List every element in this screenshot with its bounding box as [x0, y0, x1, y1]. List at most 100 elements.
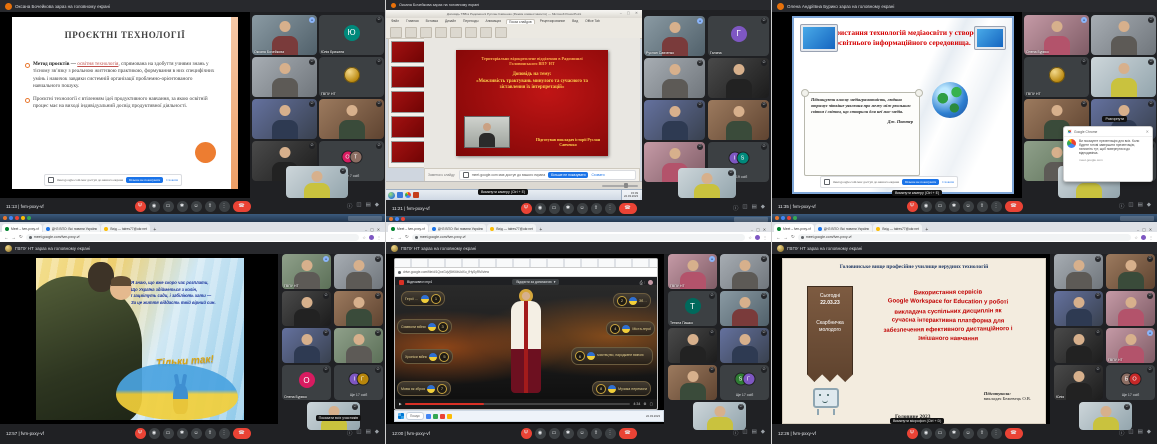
- forward-icon[interactable]: →: [398, 235, 403, 240]
- more-options-button[interactable]: ⋮: [991, 201, 1002, 212]
- leave-call-button[interactable]: ☎: [619, 203, 637, 214]
- participant-tile[interactable]: ●Оксана Бочейкова: [252, 15, 317, 55]
- inner-address-bar[interactable]: drive.google.com/file/d/1QxxGqVj5tK6bUdX…: [395, 268, 657, 277]
- taskbar-app-icon[interactable]: [9, 216, 13, 220]
- leave-call-button[interactable]: ☎: [1005, 428, 1023, 439]
- captions-button[interactable]: ▭: [549, 203, 560, 214]
- raise-hand-button[interactable]: ✱: [177, 428, 188, 439]
- more-options-button[interactable]: ⋮: [991, 428, 1002, 439]
- people-icon[interactable]: ◫: [356, 429, 361, 437]
- people-icon[interactable]: ◫: [356, 202, 361, 210]
- participant-tile[interactable]: ●ГВПУ НТ: [668, 254, 717, 289]
- camera-button[interactable]: ◉: [149, 201, 160, 212]
- share-bar-secondary-button[interactable]: Сховати: [591, 173, 604, 177]
- ribbon-tab[interactable]: Главная: [404, 19, 421, 24]
- video-controls[interactable]: ▶ 4:34 ⚙ ▢: [395, 399, 657, 409]
- leave-call-button[interactable]: ☎: [619, 428, 637, 439]
- quest-menu-item[interactable]: Символи війни3: [397, 319, 452, 334]
- back-icon[interactable]: ←: [390, 235, 395, 240]
- share-bar-primary-button[interactable]: Більше не показувати: [548, 172, 588, 178]
- chrome-notification[interactable]: Google Chrome ✕ Ви показуєте презентацію…: [1063, 126, 1153, 182]
- camera-button[interactable]: ◉: [535, 428, 546, 439]
- window-controls[interactable]: – ▢ ✕: [620, 11, 640, 15]
- taskbar-app-icon[interactable]: [775, 216, 779, 220]
- mic-button[interactable]: Ψ: [521, 428, 532, 439]
- participant-tile[interactable]: О∅Олена Бурико: [282, 365, 331, 400]
- system-clock[interactable]: 15:09 22.03.2023: [621, 190, 640, 200]
- present-screen-button[interactable]: ⇧: [205, 201, 216, 212]
- chat-icon[interactable]: ▤: [366, 202, 371, 210]
- participant-tile[interactable]: ∅: [282, 328, 331, 363]
- taskbar-app-icon[interactable]: [787, 216, 791, 220]
- activities-icon[interactable]: ◆: [761, 204, 765, 212]
- system-tray[interactable]: [1120, 216, 1154, 221]
- notes-pane[interactable]: Заметки к слайду meet.google.com має дос…: [424, 168, 640, 182]
- inner-url-text[interactable]: drive.google.com/file/d/1QxxGqVj5tK6bUdX…: [403, 270, 489, 274]
- camera-button[interactable]: ◉: [149, 428, 160, 439]
- quest-menu-item[interactable]: Мова як зброя7: [397, 381, 451, 396]
- seek-bar[interactable]: [405, 403, 631, 405]
- url-box[interactable]: meet.google.com/fvm-pxxy-vf: [798, 234, 1132, 241]
- present-screen-button[interactable]: ⇧: [977, 428, 988, 439]
- more-options-button[interactable]: ⋮: [605, 203, 616, 214]
- participant-tile[interactable]: ∅: [252, 99, 317, 139]
- participant-tile[interactable]: ∅: [720, 254, 769, 289]
- quest-menu-item[interactable]: Герої серед нас1: [401, 291, 445, 306]
- captions-button[interactable]: ▭: [935, 201, 946, 212]
- system-tray[interactable]: [348, 216, 382, 221]
- captions-button[interactable]: ▭: [163, 201, 174, 212]
- more-options-button[interactable]: ⋮: [605, 428, 616, 439]
- play-icon[interactable]: ▶: [399, 402, 402, 406]
- participant-tile[interactable]: ∅ГВПУ НТ: [319, 57, 384, 97]
- raise-hand-button[interactable]: ✱: [949, 428, 960, 439]
- taskbar-app-icon[interactable]: [15, 216, 19, 220]
- more-options-button[interactable]: ⋮: [219, 201, 230, 212]
- share-bar-primary-button[interactable]: Більше не показувати: [902, 179, 939, 185]
- os-taskbar-sliver[interactable]: [0, 214, 385, 222]
- forward-icon[interactable]: →: [12, 235, 17, 240]
- participant-tile[interactable]: ∅: [334, 254, 383, 289]
- participant-tile[interactable]: ∅: [252, 57, 317, 97]
- reactions-button[interactable]: ☺: [577, 428, 588, 439]
- taskbar-search[interactable]: Пошук: [406, 412, 424, 420]
- meeting-info-icon[interactable]: ⓘ: [347, 429, 353, 437]
- participant-tile[interactable]: ∅: [334, 328, 383, 363]
- chrome-icon[interactable]: [405, 192, 411, 198]
- reactions-button[interactable]: ☺: [963, 428, 974, 439]
- meeting-info-icon[interactable]: ⓘ: [1119, 202, 1125, 210]
- ribbon-tab[interactable]: Office Tab: [583, 19, 602, 24]
- taskbar-app-icon[interactable]: [447, 414, 452, 419]
- captions-button[interactable]: ▭: [163, 428, 174, 439]
- powerpoint-icon[interactable]: [413, 192, 419, 198]
- meeting-info-icon[interactable]: ⓘ: [347, 202, 353, 210]
- raise-hand-button[interactable]: ✱: [949, 201, 960, 212]
- chat-icon[interactable]: ▤: [752, 204, 757, 212]
- activities-icon[interactable]: ◆: [375, 202, 379, 210]
- participant-tile[interactable]: ●Руслан Савченко: [644, 16, 705, 56]
- start-button[interactable]: [398, 413, 404, 419]
- url-text[interactable]: meet.google.com/fvm-pxxy-vf: [806, 235, 852, 239]
- chat-icon[interactable]: ▤: [752, 429, 757, 437]
- taskbar-app-icon[interactable]: [27, 216, 31, 220]
- browser-menu-icon[interactable]: ⋮: [1149, 235, 1153, 240]
- participant-tile[interactable]: ∅: [1091, 15, 1156, 55]
- taskbar-app-icon[interactable]: [3, 216, 7, 220]
- mic-button[interactable]: Ψ: [907, 428, 918, 439]
- reactions-button[interactable]: ☺: [191, 428, 202, 439]
- back-icon[interactable]: ←: [4, 235, 9, 240]
- meeting-info-icon[interactable]: ⓘ: [733, 204, 739, 212]
- zoom-slider[interactable]: [602, 185, 638, 187]
- slide-thumbnail[interactable]: [391, 141, 425, 163]
- people-icon[interactable]: ◫: [1128, 202, 1133, 210]
- taskbar-app-icon[interactable]: [401, 217, 405, 221]
- ribbon-tab[interactable]: Дизайн: [443, 19, 458, 24]
- people-icon[interactable]: ◫: [1128, 429, 1133, 437]
- mic-button[interactable]: Ψ: [135, 428, 146, 439]
- chat-icon[interactable]: ▤: [1138, 202, 1143, 210]
- share-bar-secondary-button[interactable]: Сховати: [166, 178, 178, 182]
- ribbon-tab[interactable]: Вид: [570, 19, 580, 24]
- ribbon-tab[interactable]: Файл: [389, 19, 401, 24]
- forward-icon[interactable]: →: [784, 235, 789, 240]
- reload-icon[interactable]: ↻: [405, 234, 409, 240]
- start-button[interactable]: [388, 192, 395, 199]
